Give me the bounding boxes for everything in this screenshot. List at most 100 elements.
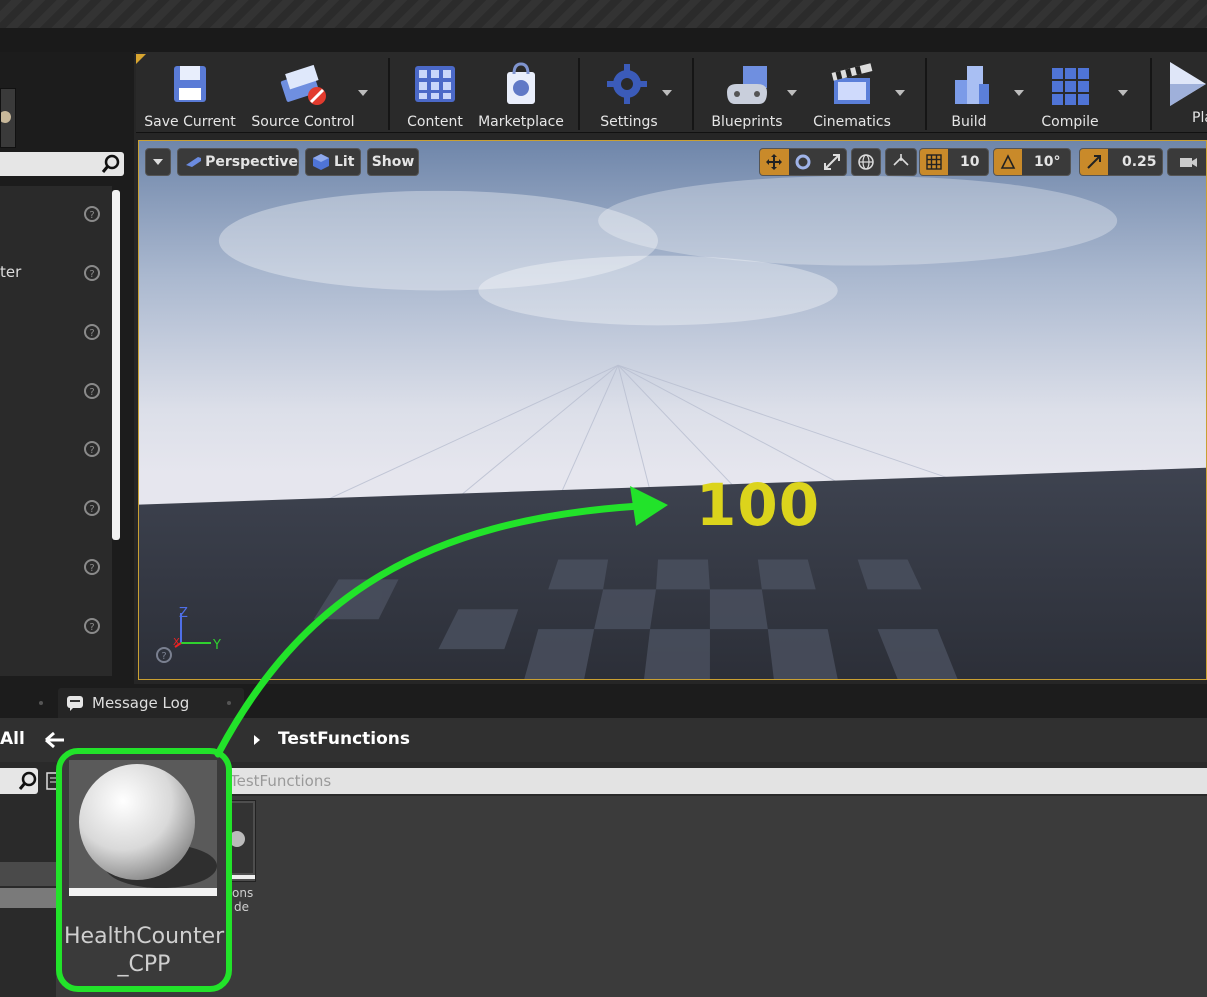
folder-tree-item-selected[interactable]: [0, 888, 56, 908]
perspective-icon: [186, 157, 202, 167]
source-control-button[interactable]: Source Control: [248, 58, 358, 130]
content-search-input[interactable]: [0, 768, 38, 794]
message-log-icon: [67, 696, 83, 711]
grid-snap-control: 10: [919, 148, 989, 176]
svg-text:?: ?: [89, 387, 94, 398]
left-list-scrollbar[interactable]: [112, 190, 120, 540]
help-icon[interactable]: ?: [84, 324, 100, 340]
asset-label-partial: de: [234, 900, 249, 914]
asset-name-line1: HealthCounter: [64, 924, 225, 949]
build-dropdown-caret[interactable]: [1014, 90, 1024, 96]
help-icon[interactable]: ?: [84, 618, 100, 634]
search-icon: [101, 154, 120, 173]
scale-tool[interactable]: [817, 149, 846, 175]
help-icon[interactable]: ?: [155, 646, 173, 664]
surface-snapping-button[interactable]: [885, 148, 917, 176]
transform-tools: [759, 148, 847, 176]
rotation-snap-value[interactable]: 10°: [1034, 154, 1060, 170]
left-search-input[interactable]: [0, 152, 124, 176]
actor-icon: [0, 111, 11, 123]
back-arrow-icon[interactable]: [44, 730, 66, 750]
svg-text:?: ?: [89, 269, 94, 280]
blueprints-dropdown-caret[interactable]: [787, 90, 797, 96]
level-viewport[interactable]: Perspective Lit Show 10 10° 0.25 100 Z X…: [138, 140, 1207, 680]
asset-name-line2: _CPP: [117, 952, 171, 977]
health-counter-text-actor[interactable]: 100: [696, 471, 820, 539]
place-actors-list: ter: [0, 186, 112, 676]
asset-label-partial: ons: [232, 886, 254, 900]
sphere-icon: [69, 760, 217, 894]
save-current-button[interactable]: Save Current: [140, 58, 240, 130]
translate-tool[interactable]: [760, 149, 789, 175]
help-icon[interactable]: ?: [84, 441, 100, 457]
source-control-dropdown-caret[interactable]: [358, 90, 368, 96]
play-button[interactable]: Play: [1162, 58, 1207, 128]
build-icon: [955, 66, 989, 104]
scale-snap-control: 0.25: [1079, 148, 1163, 176]
viewport-options-button[interactable]: [145, 148, 171, 176]
svg-text:?: ?: [89, 445, 94, 456]
folder-tree-item[interactable]: [0, 862, 56, 886]
build-button[interactable]: Build: [936, 58, 1002, 130]
scale-snap-toggle[interactable]: [1080, 149, 1108, 175]
lit-button[interactable]: Lit: [305, 148, 361, 176]
tab-message-log[interactable]: Message Log: [58, 688, 244, 718]
cinematics-dropdown-caret[interactable]: [895, 90, 905, 96]
rotate-tool[interactable]: [789, 149, 818, 175]
folder-path-field[interactable]: TestFunctions: [228, 768, 1207, 794]
window-title-bar: [0, 0, 1207, 28]
axis-x-label: X: [173, 637, 180, 648]
scale-snap-value[interactable]: 0.25: [1122, 154, 1157, 170]
cinematics-button[interactable]: Cinematics: [806, 58, 898, 130]
toolbar-separator: [388, 58, 390, 130]
asset-thumbnail: [69, 760, 217, 894]
show-button[interactable]: Show: [367, 148, 419, 176]
grid-snap-value[interactable]: 10: [960, 154, 979, 170]
actor-thumbnail[interactable]: [0, 88, 16, 148]
settings-dropdown-caret[interactable]: [662, 90, 672, 96]
help-icon[interactable]: ?: [84, 559, 100, 575]
svg-text:?: ?: [161, 651, 166, 662]
camera-speed-button[interactable]: [1167, 148, 1206, 176]
grid-snap-toggle[interactable]: [920, 149, 948, 175]
grid-icon: [926, 154, 942, 170]
list-item-label[interactable]: ter: [0, 263, 21, 281]
help-icon[interactable]: ?: [84, 383, 100, 399]
viewport-scene: [139, 141, 1206, 679]
svg-text:?: ?: [89, 504, 94, 515]
svg-text:?: ?: [89, 328, 94, 339]
toolbar-separator: [1150, 58, 1152, 130]
compile-icon: [1052, 68, 1089, 105]
svg-text:?: ?: [89, 563, 94, 574]
move-icon: [766, 154, 783, 170]
help-icon[interactable]: ?: [84, 500, 100, 516]
breadcrumb-arrow-icon[interactable]: [252, 733, 262, 747]
rotate-icon: [795, 154, 811, 170]
perspective-button[interactable]: Perspective: [177, 148, 299, 176]
breadcrumb-testfunctions[interactable]: TestFunctions: [278, 729, 410, 749]
rotation-snap-control: 10°: [993, 148, 1071, 176]
world-local-toggle[interactable]: [851, 148, 881, 176]
menu-strip: [0, 28, 1207, 53]
filter-all-label[interactable]: All: [0, 729, 25, 749]
settings-icon: [607, 64, 647, 104]
blueprints-button[interactable]: Blueprints: [702, 58, 792, 130]
help-icon[interactable]: ?: [84, 265, 100, 281]
marketplace-button[interactable]: Marketplace: [476, 58, 566, 130]
surface-snap-icon: [893, 154, 909, 166]
globe-icon: [858, 154, 874, 170]
tab-close-icon[interactable]: [224, 698, 234, 708]
compile-dropdown-caret[interactable]: [1118, 90, 1128, 96]
compile-button[interactable]: Compile: [1032, 58, 1108, 130]
content-button[interactable]: Content: [400, 58, 470, 130]
scale-icon: [823, 154, 840, 170]
rotation-snap-toggle[interactable]: [994, 149, 1022, 175]
scale-snap-icon: [1087, 155, 1101, 169]
help-icon[interactable]: ?: [84, 206, 100, 222]
tab-close-icon[interactable]: [36, 698, 46, 708]
settings-button[interactable]: Settings: [590, 58, 668, 130]
play-icon: [1170, 62, 1206, 106]
axis-y-label: Y: [212, 638, 221, 653]
lit-cube-icon: [313, 154, 329, 170]
angle-icon: [1000, 154, 1016, 169]
